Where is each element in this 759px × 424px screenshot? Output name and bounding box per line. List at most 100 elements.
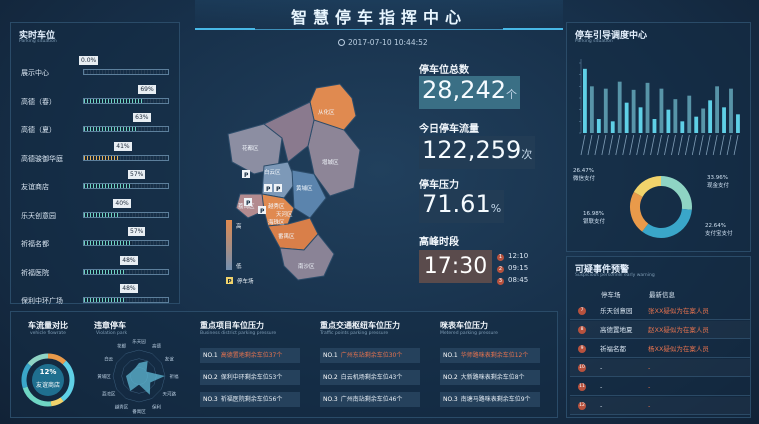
pressure-row[interactable]: NO.1 高德置地剩余车位37个 <box>200 348 300 363</box>
rank-badge: 3 <box>497 278 504 285</box>
occupancy-bar-track <box>83 240 169 246</box>
bar <box>666 109 671 133</box>
bar <box>722 107 726 133</box>
cash-label: 现金支付 <box>707 183 730 189</box>
flow-label: 今日停车流量 <box>419 124 479 135</box>
warning-row[interactable]: 11 - - <box>570 378 750 396</box>
pressure-row[interactable]: NO.1 广州东站剩余车位30个 <box>320 348 420 363</box>
warning-info: - <box>648 383 651 391</box>
traffic-title: 重点交通枢纽车位压力 <box>320 321 400 330</box>
warning-row[interactable]: 10 - - <box>570 359 750 377</box>
occupancy-row[interactable]: 友谊商店 57% <box>21 169 181 197</box>
pressure-row[interactable]: NO.3 广州南站剩余车位46个 <box>320 392 420 407</box>
cash-pct: 33.96% <box>707 175 728 181</box>
donut-slice <box>660 176 692 210</box>
radar-label: 友谊 <box>165 356 174 363</box>
occupancy-row[interactable]: 高德（夏） 63% <box>21 112 181 140</box>
peak-item-3: 3 08:45 <box>497 276 528 285</box>
rank-badge: 11 <box>578 383 586 391</box>
occupancy-bar-track <box>83 297 169 303</box>
occupancy-row[interactable]: 乐天创意园 40% <box>21 198 181 226</box>
x-tick-label <box>691 134 697 156</box>
radar-area <box>126 360 165 395</box>
occupancy-bar-fill <box>84 127 137 131</box>
bar <box>715 86 719 133</box>
pressure-row[interactable]: NO.2 白云机场剩余车位43个 <box>320 370 420 385</box>
business-subtitle: Business district parking pressure <box>200 331 277 336</box>
occupancy-bar-fill <box>84 298 125 302</box>
bar <box>652 119 657 133</box>
rank-label: NO.2 <box>443 374 458 381</box>
metered-title: 咪表车位压力 <box>440 321 488 330</box>
pressure-row[interactable]: NO.2 大新路咪表剩余车位8个 <box>440 370 540 385</box>
occupancy-row[interactable]: 展示中心 0.0% <box>21 55 181 83</box>
bar <box>729 88 733 133</box>
rank-label: NO.1 <box>323 352 338 359</box>
warning-row[interactable]: 8 高德置地夏 赵XX疑似为在案人员 <box>570 321 750 339</box>
bar <box>736 114 740 133</box>
occupancy-row[interactable]: 高德骏御华庭 41% <box>21 141 181 169</box>
peak-time: 09:15 <box>508 264 529 272</box>
district-map[interactable]: 从化区 花都区 白云区 增城区 黄埔区 越秀区 天河区 番禺区 荔湾区 海珠区 … <box>218 58 414 290</box>
rank-label: NO.3 <box>323 396 338 403</box>
occupancy-row-label: 友谊商店 <box>21 183 49 191</box>
pressure-row[interactable]: NO.2 保利中环剩余车位53个 <box>200 370 300 385</box>
x-tick-label <box>719 134 725 156</box>
pressure-label: 停车压力 <box>419 180 459 191</box>
pressure-row[interactable]: NO.3 南塘马路咪表剩余车位9个 <box>440 392 540 407</box>
occupancy-bar-track <box>83 97 169 104</box>
occupancy-bar-track <box>83 268 169 275</box>
pressure-row[interactable]: NO.3 祈福医院剩余车位56个 <box>200 392 300 407</box>
flow-value-box: 122,259次 <box>419 136 536 169</box>
warning-lot: - <box>600 402 603 410</box>
map-legend-parking: 停车场 <box>237 277 254 285</box>
ring-label: 友谊商店 <box>35 382 60 389</box>
rank-badge: 12 <box>578 402 586 410</box>
occupancy-row-label: 乐天创意园 <box>21 211 56 220</box>
map-label-huadu: 花都区 <box>242 144 259 152</box>
warning-row[interactable]: 12 - - <box>570 397 750 415</box>
occupancy-bar-fill <box>84 241 132 245</box>
map-label-panyu: 番禺区 <box>278 233 295 240</box>
occupancy-pct-tag: 63% <box>133 113 151 122</box>
header-bar: 智慧停车指挥中心 <box>195 0 563 30</box>
occupancy-row[interactable]: 祈福医院 48% <box>21 255 181 283</box>
radar-label: 保利 <box>152 403 161 410</box>
warning-row[interactable]: 7 乐天创意园 张XX疑似为在案人员 <box>570 302 750 320</box>
bar <box>583 68 587 133</box>
pressure-text: 华师路咪表剩余车位12个 <box>460 352 529 359</box>
warning-lot: 乐天创意园 <box>600 307 633 315</box>
violation-subtitle: Violation park <box>96 331 128 336</box>
occupancy-pct-tag: 0.0% <box>79 56 99 65</box>
payment-donut <box>630 176 692 238</box>
guide-subtitle: Parking situation <box>575 39 613 44</box>
rank-label: NO.2 <box>323 374 338 381</box>
donut-label-unionpay: 16.98% 银联支付 <box>583 211 605 225</box>
datetime-text: 2017-07-10 10:44:52 <box>348 38 428 47</box>
total-label: 停车位总数 <box>419 65 469 76</box>
occupancy-pct-tag: 41% <box>114 141 132 151</box>
parking-marker-text: P <box>266 186 271 193</box>
x-tick-label <box>698 134 704 156</box>
total-value: 28,242 <box>422 76 506 104</box>
x-tick-label <box>657 134 662 156</box>
occupancy-row[interactable]: 保利中环广场 48% <box>21 283 181 311</box>
guide-bar-chart <box>579 59 740 156</box>
occupancy-bar-track <box>83 126 169 132</box>
traffic-subtitle: Traffic points parking pressure <box>320 331 389 336</box>
warning-col-info: 最新信息 <box>649 291 675 299</box>
x-tick-label <box>733 134 739 156</box>
occupancy-row-label: 保利中环广场 <box>21 297 63 305</box>
occupancy-bar-track <box>83 69 169 75</box>
occupancy-pct-tag: 48% <box>120 284 138 293</box>
map-label-haizhu: 海珠区 <box>268 218 285 226</box>
pressure-row[interactable]: NO.1 华师路咪表剩余车位12个 <box>440 348 540 363</box>
pressure-text: 高德置地剩余车位37个 <box>220 352 283 359</box>
occupancy-row[interactable]: 祈福名都 57% <box>21 226 181 254</box>
x-tick-label <box>587 134 593 156</box>
warning-subtitle: Suspicious personnel early warning <box>575 273 655 278</box>
warning-row[interactable]: 9 祈福名都 杨XX疑似为在案人员 <box>570 340 750 358</box>
row-divider <box>570 319 750 320</box>
occupancy-bar-track <box>83 183 169 189</box>
occupancy-row[interactable]: 高德（春） 69% <box>21 84 181 112</box>
